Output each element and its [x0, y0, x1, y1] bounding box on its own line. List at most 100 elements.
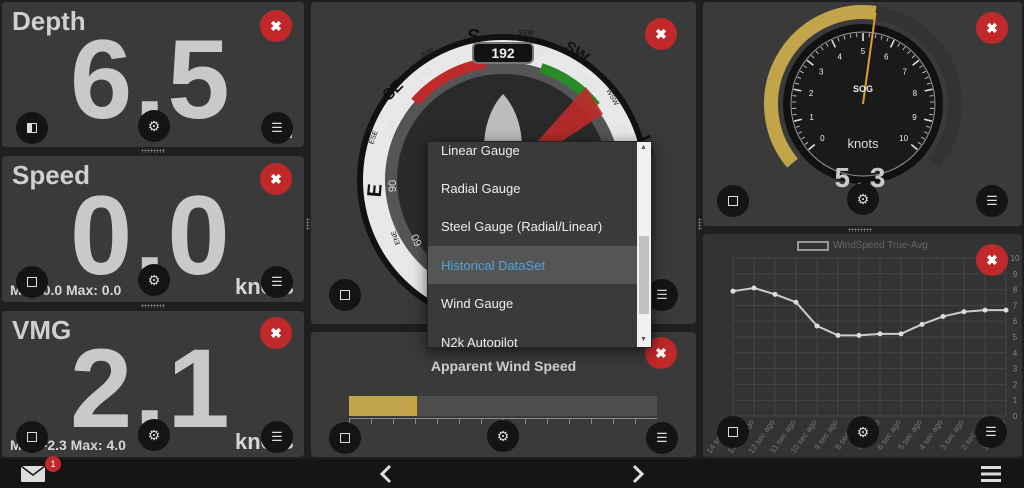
layout-button[interactable]	[717, 185, 749, 217]
sog-tick-label: 8	[913, 89, 918, 98]
sog-tick-label: 4	[838, 52, 843, 61]
chart-point	[793, 299, 799, 305]
vmg-widget: VMG 2.1 Min: -2.3 Max: 4.0 knots ✖ ⚙ ☰	[2, 311, 304, 457]
scrollbar-thumb[interactable]	[639, 236, 649, 314]
menu-button[interactable]: ☰	[261, 266, 293, 298]
compass-deg-90: 90	[387, 179, 400, 193]
chart-ytick-label: 7	[1013, 301, 1018, 310]
main-menu-button[interactable]	[980, 465, 1002, 483]
menu-icon: ☰	[986, 193, 998, 208]
close-icon: ✖	[270, 324, 282, 341]
close-icon: ✖	[270, 170, 282, 187]
chart-point	[919, 321, 925, 327]
widget-type-dropdown[interactable]: Linear Gauge Radial Gauge Steel Gauge (R…	[427, 141, 652, 348]
close-button[interactable]: ✖	[260, 317, 292, 349]
chart-point	[751, 285, 757, 291]
notifications-button[interactable]	[20, 465, 46, 483]
scroll-down-arrow-icon[interactable]: ▼	[640, 336, 647, 343]
chart-ytick-label: 5	[1013, 333, 1018, 342]
hamburger-icon	[981, 466, 1001, 482]
chart-ytick-label: 1	[1013, 396, 1018, 405]
sog-tick-label: 0	[820, 134, 825, 143]
dropdown-item[interactable]: N2k Autopilot	[428, 323, 639, 348]
dropdown-item[interactable]: Wind Gauge	[428, 284, 639, 322]
dropdown-scrollbar[interactable]: ▲ ▼	[637, 142, 651, 347]
resize-handle[interactable]	[698, 218, 702, 230]
layout-button[interactable]	[717, 416, 749, 448]
widget-title: Apparent Wind Speed	[430, 358, 577, 374]
layout-button[interactable]	[329, 422, 361, 454]
layout-button[interactable]	[329, 279, 361, 311]
menu-button[interactable]: ☰	[261, 112, 293, 144]
menu-icon: ☰	[271, 429, 283, 444]
chart-ytick-label: 9	[1013, 270, 1018, 279]
close-button[interactable]: ✖	[976, 244, 1008, 276]
menu-button[interactable]: ☰	[646, 422, 678, 454]
chart-ytick-label: 2	[1013, 380, 1018, 389]
resize-handle[interactable]	[141, 149, 165, 153]
scroll-up-arrow-icon[interactable]: ▲	[640, 144, 647, 151]
settings-button[interactable]: ⚙	[847, 183, 879, 215]
chart-point	[898, 331, 904, 337]
menu-icon: ☰	[271, 120, 283, 135]
menu-button[interactable]: ☰	[975, 416, 1007, 448]
close-button[interactable]: ✖	[260, 163, 292, 195]
dropdown-item[interactable]: Radial Gauge	[428, 169, 639, 207]
resize-handle[interactable]	[848, 228, 872, 232]
sog-tick-label: 10	[899, 134, 908, 143]
sog-tick-label: 7	[903, 67, 908, 76]
settings-button[interactable]: ⚙	[138, 264, 170, 296]
menu-icon: ☰	[271, 274, 283, 289]
close-button[interactable]: ✖	[260, 10, 292, 42]
close-button[interactable]: ✖	[976, 12, 1008, 44]
close-icon: ✖	[655, 25, 667, 42]
settings-button[interactable]: ⚙	[138, 419, 170, 451]
dropdown-item-selected[interactable]: Historical DataSet	[428, 246, 639, 284]
chart-legend: WindSpeed True-Avg	[833, 240, 928, 251]
close-icon: ✖	[655, 344, 667, 361]
chart-legend-swatch	[797, 241, 829, 251]
gear-icon: ⚙	[856, 423, 870, 440]
chevron-right-icon	[632, 464, 645, 484]
gear-icon: ⚙	[147, 426, 161, 443]
menu-button[interactable]: ☰	[261, 421, 293, 453]
depth-widget: Depth 6.5 m ✖ ⚙ ☰	[2, 2, 304, 147]
settings-button[interactable]: ⚙	[847, 416, 879, 448]
settings-button[interactable]: ⚙	[487, 420, 519, 452]
sog-tick-label: 3	[819, 67, 824, 76]
chart-point	[982, 307, 988, 313]
chart-ytick-label: 10	[1011, 254, 1020, 263]
linear-gauge-fill	[349, 396, 417, 416]
sog-tick-label: 1	[809, 113, 814, 122]
resize-handle[interactable]	[306, 218, 310, 230]
menu-icon: ☰	[985, 424, 997, 439]
next-page-button[interactable]	[628, 463, 648, 485]
chart-point	[814, 323, 820, 329]
chart-point	[835, 332, 841, 338]
widget-title: VMG	[12, 315, 72, 345]
close-icon: ✖	[270, 17, 282, 34]
dropdown-item[interactable]: Steel Gauge (Radial/Linear)	[428, 207, 639, 245]
layout-button[interactable]	[16, 266, 48, 298]
gear-icon: ⚙	[856, 190, 870, 207]
layout-button[interactable]	[16, 112, 48, 144]
sog-tick-label: 9	[912, 113, 917, 122]
layout-icon	[27, 277, 37, 287]
layout-button[interactable]	[16, 421, 48, 453]
chart-point	[772, 291, 778, 297]
menu-button[interactable]: ☰	[976, 185, 1008, 217]
close-button[interactable]: ✖	[645, 18, 677, 50]
gear-icon: ⚙	[147, 117, 161, 134]
dropdown-item[interactable]: Linear Gauge	[428, 142, 639, 169]
notification-badge: 1	[45, 456, 61, 472]
previous-page-button[interactable]	[376, 463, 396, 485]
layout-icon	[728, 196, 738, 206]
settings-button[interactable]: ⚙	[138, 110, 170, 142]
chevron-left-icon	[379, 464, 392, 484]
chart-point	[1003, 307, 1009, 313]
heading-readout: 192	[472, 42, 534, 64]
sog-tick-label: 5	[861, 47, 866, 56]
resize-handle[interactable]	[141, 304, 165, 308]
speed-widget: Speed 0.0 Min: 0.0 Max: 0.0 knots ✖ ⚙ ☰	[2, 156, 304, 302]
chart-point	[940, 313, 946, 319]
